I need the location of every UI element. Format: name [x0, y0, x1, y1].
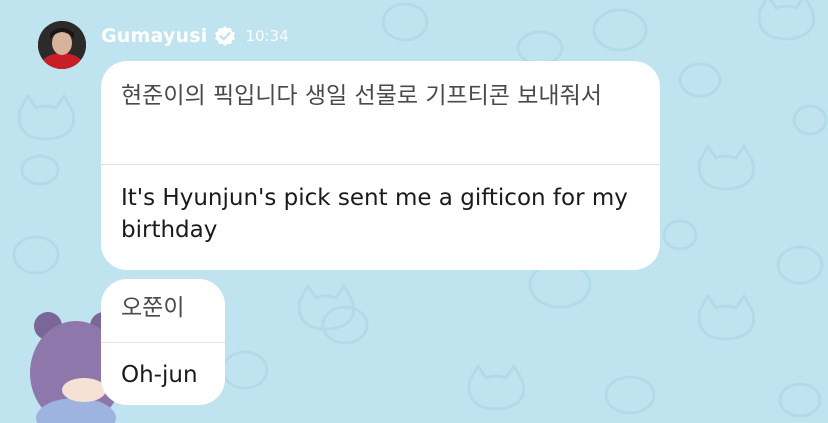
message-header: Gumayusi 10:34	[101, 24, 289, 48]
message-bubble[interactable]: 오쭌이 Oh-jun	[101, 279, 225, 405]
original-text: 현준이의 픽입니다 생일 선물로 기프티콘 보내줘서	[121, 83, 602, 109]
translated-text: Oh-jun	[121, 362, 198, 388]
sender-name[interactable]: Gumayusi	[101, 25, 208, 47]
translated-text: It's Hyunjun's pick sent me a gifticon f…	[121, 185, 628, 243]
message-timestamp: 10:34	[245, 27, 289, 45]
sender-avatar[interactable]	[38, 21, 86, 69]
translation-divider	[101, 342, 225, 343]
message-bubble[interactable]: 현준이의 픽입니다 생일 선물로 기프티콘 보내줘서 It's Hyunjun'…	[101, 61, 660, 270]
verified-badge-icon	[214, 25, 236, 47]
translation-divider	[101, 164, 660, 165]
original-text: 오쭌이	[121, 295, 185, 321]
